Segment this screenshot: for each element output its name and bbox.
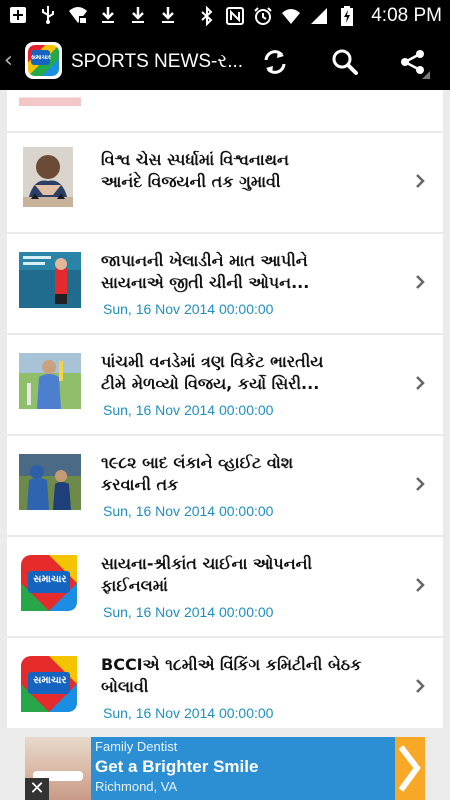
news-logo-text: સમાચાર xyxy=(33,675,67,686)
news-thumbnail xyxy=(23,147,73,207)
chevron-right-icon[interactable] xyxy=(413,173,427,189)
search-icon[interactable] xyxy=(328,45,362,79)
wifi-lock-icon xyxy=(68,5,88,25)
news-date: Sun, 16 Nov 2014 00:00:00 xyxy=(103,705,274,721)
app-logo[interactable]: સમાચાર xyxy=(25,42,62,79)
download-icon xyxy=(98,5,118,25)
ad-headline: Get a Brighter Smile xyxy=(95,757,259,776)
battery-charging-icon xyxy=(337,6,357,26)
add-box-icon xyxy=(8,5,28,25)
app-title: SPORTS NEWS-ર... xyxy=(71,51,244,72)
news-thumbnail xyxy=(19,353,81,409)
news-date: Sun, 16 Nov 2014 00:00:00 xyxy=(103,301,274,317)
ad-line-1: Family Dentist xyxy=(95,739,178,754)
download-icon xyxy=(158,5,178,25)
ad-close-button[interactable]: ✕ xyxy=(25,778,49,800)
chevron-right-icon[interactable] xyxy=(413,274,427,290)
news-thumbnail xyxy=(19,90,81,106)
news-headline[interactable]: પાંચમી વનડેમાં ત્રણ વિકેટ ભારતીય ટીમે મે… xyxy=(101,351,401,395)
status-time: 4:08 PM xyxy=(371,5,442,26)
news-headline[interactable]: જાપાનની ખેલાડીને માત આપીને સાયનાએ જીતી ચ… xyxy=(101,250,401,294)
list-item[interactable]: ૧૯૮૨ બાદ લંકાને વ્હાઈટ વોશ કરવાની તક Sun… xyxy=(7,436,443,535)
signal-icon xyxy=(309,6,329,26)
status-bar: 4:08 PM xyxy=(0,0,450,33)
wifi-icon xyxy=(281,6,301,26)
chevron-right-icon[interactable] xyxy=(413,678,427,694)
alarm-icon xyxy=(253,6,273,26)
nfc-icon xyxy=(225,6,245,26)
list-item[interactable] xyxy=(7,90,443,131)
news-list[interactable]: વિશ્વ ચેસ સ્પર્ધામાં વિશ્વનાથન આનંદે વિજ… xyxy=(0,90,450,728)
ad-banner[interactable]: Family Dentist Get a Brighter Smile Rich… xyxy=(25,737,425,800)
list-item[interactable]: જાપાનની ખેલાડીને માત આપીને સાયનાએ જીતી ચ… xyxy=(7,234,443,333)
list-item[interactable]: પાંચમી વનડેમાં ત્રણ વિકેટ ભારતીય ટીમે મે… xyxy=(7,335,443,434)
back-chevron-icon[interactable]: ‹ xyxy=(4,49,13,73)
app-logo-text: સમાચાર xyxy=(31,50,51,65)
news-date: Sun, 16 Nov 2014 00:00:00 xyxy=(103,604,274,620)
action-bar: ‹ સમાચાર SPORTS NEWS-ર... xyxy=(0,33,450,90)
news-thumbnail xyxy=(19,454,81,510)
news-date: Sun, 16 Nov 2014 00:00:00 xyxy=(103,402,274,418)
news-date: Sun, 16 Nov 2014 00:00:00 xyxy=(103,503,274,519)
list-item[interactable]: વિશ્વ ચેસ સ્પર્ધામાં વિશ્વનાથન આનંદે વિજ… xyxy=(7,133,443,232)
news-headline[interactable]: સાયના-શ્રીકાંત ચાઈના ઓપનની ફાઈનલમાં xyxy=(101,553,401,597)
news-thumbnail: સમાચાર xyxy=(19,656,81,712)
news-thumbnail xyxy=(19,252,81,308)
news-headline[interactable]: ૧૯૮૨ બાદ લંકાને વ્હાઈટ વોશ કરવાની તક xyxy=(101,452,401,496)
list-item[interactable]: સમાચાર સાયના-શ્રીકાંત ચાઈના ઓપનની ફાઈનલમ… xyxy=(7,537,443,636)
usb-icon xyxy=(38,5,58,25)
news-logo-text: સમાચાર xyxy=(33,574,67,585)
share-icon[interactable] xyxy=(396,45,430,79)
download-icon xyxy=(128,5,148,25)
bluetooth-icon xyxy=(197,5,217,27)
chevron-right-icon[interactable] xyxy=(413,577,427,593)
list-item[interactable]: સમાચાર BCCIએ ૧૮મીએ વિંકિંગ કમિટીની બેઠક … xyxy=(7,638,443,728)
news-headline[interactable]: BCCIએ ૧૮મીએ વિંકિંગ કમિટીની બેઠક બોલાવી xyxy=(101,654,401,698)
chevron-right-icon[interactable] xyxy=(413,476,427,492)
refresh-icon[interactable] xyxy=(258,45,292,79)
news-thumbnail: સમાચાર xyxy=(19,555,81,611)
ad-arrow-icon[interactable] xyxy=(395,737,425,800)
news-headline[interactable]: વિશ્વ ચેસ સ્પર્ધામાં વિશ્વનાથન આનંદે વિજ… xyxy=(101,149,401,193)
ad-location: Richmond, VA xyxy=(95,779,178,794)
chevron-right-icon[interactable] xyxy=(413,375,427,391)
